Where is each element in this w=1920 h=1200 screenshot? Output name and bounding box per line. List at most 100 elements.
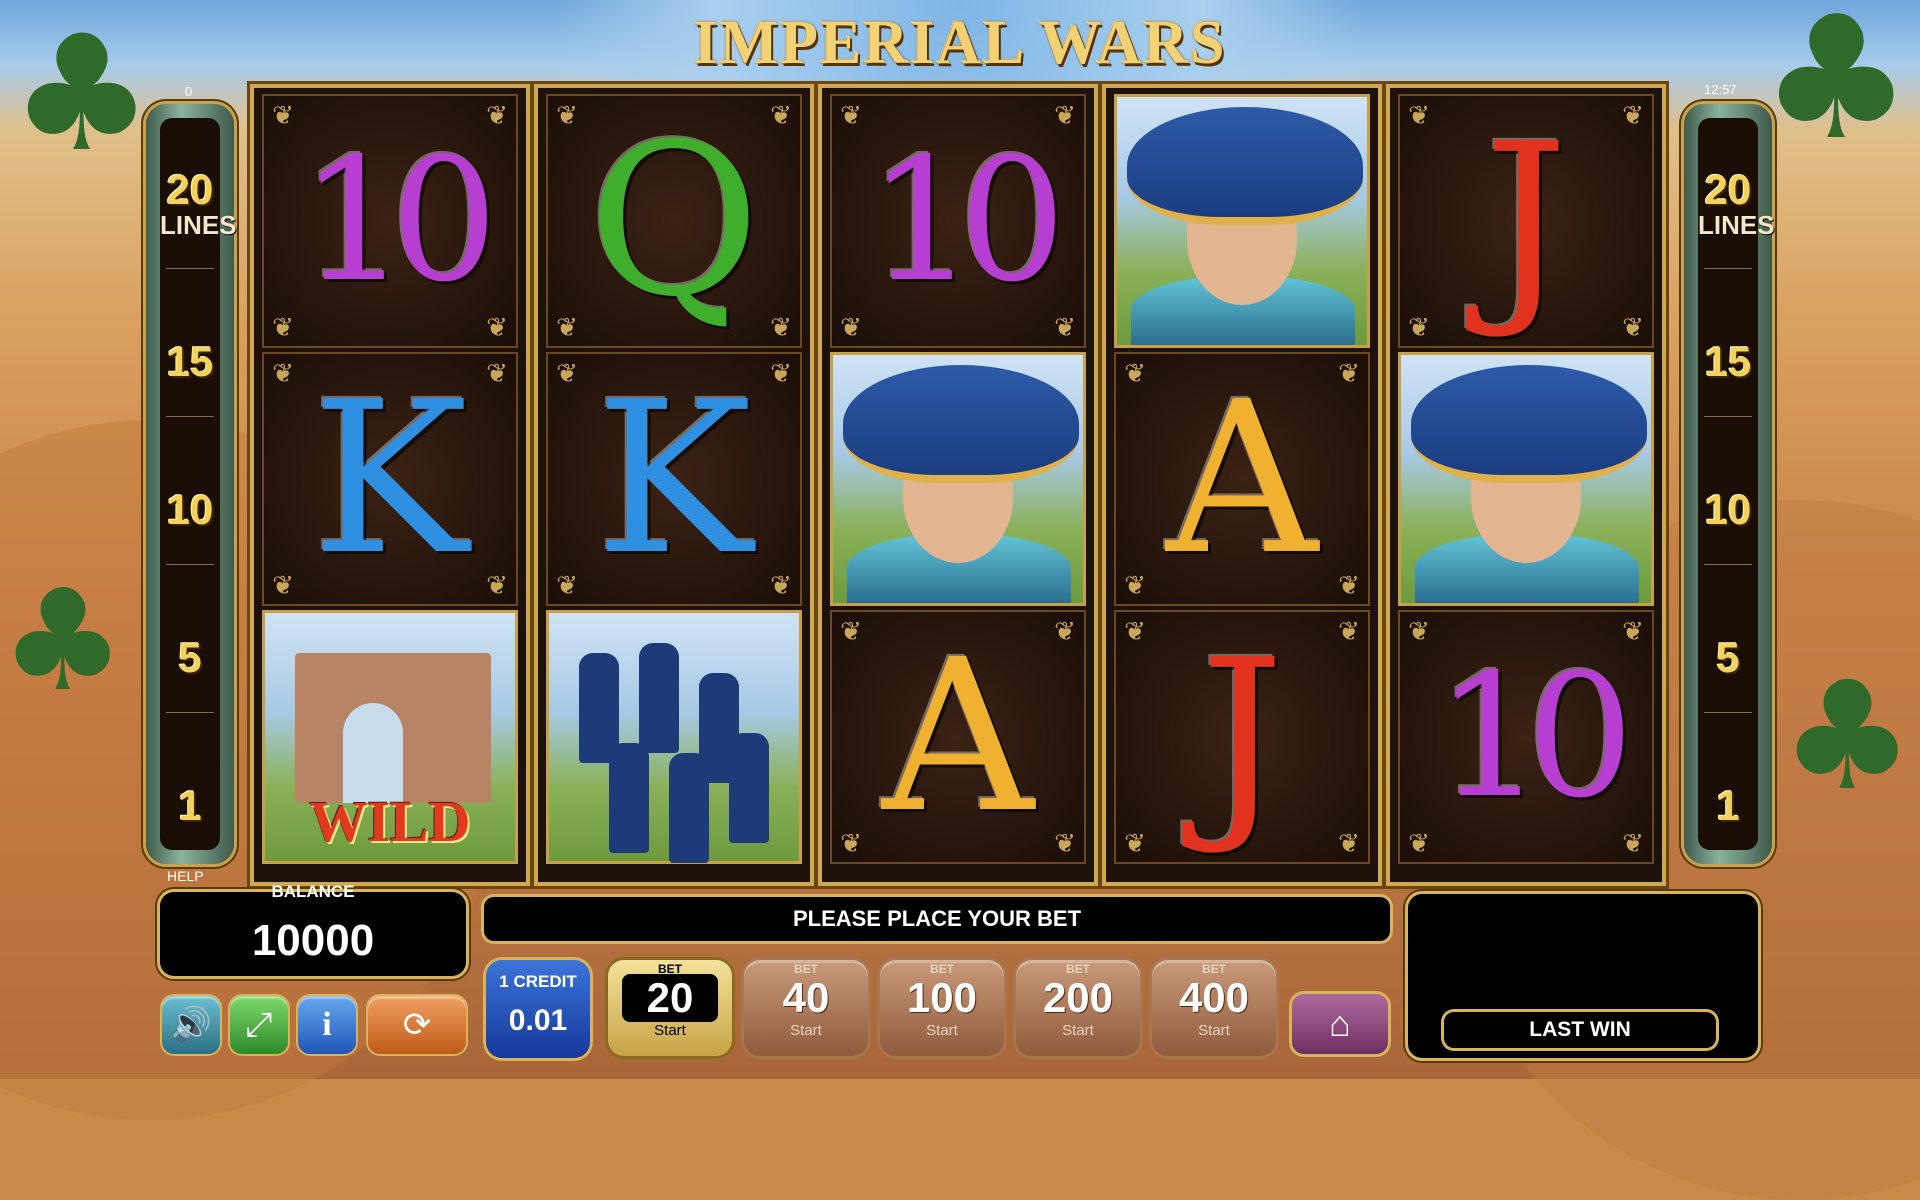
bet-button-400[interactable]: BET 400 Start xyxy=(1152,960,1276,1056)
reel: ❦ ❦ ❦ ❦ Q ❦ ❦ ❦ ❦ K xyxy=(538,88,810,882)
divider xyxy=(166,416,214,417)
symbol-k: K xyxy=(311,356,469,601)
bet-value-wrap: 20 xyxy=(622,974,718,1022)
bicorne-hat-icon xyxy=(1127,107,1363,225)
wild-label: WILD xyxy=(309,789,471,854)
fullscreen-icon[interactable]: ⤢ xyxy=(230,996,288,1054)
palm-tree: ♣ xyxy=(1760,0,1913,178)
speaker-icon[interactable]: 🔊 xyxy=(162,996,220,1054)
balance-label: BALANCE xyxy=(271,882,355,901)
lines-count: 20 xyxy=(166,166,214,213)
soldier-icon xyxy=(609,743,649,853)
bet-value-wrap: 200 xyxy=(1016,974,1140,1022)
bet-start-label: Start xyxy=(654,1022,686,1039)
bet-value-wrap: 40 xyxy=(744,974,868,1022)
bet-start-label: Start xyxy=(926,1022,958,1039)
clock: 12:57 xyxy=(1704,82,1737,97)
soldier-icon xyxy=(639,643,679,753)
bet-button-40[interactable]: BET 40 Start xyxy=(744,960,868,1056)
napoleon-symbol xyxy=(1114,94,1370,348)
napoleon-symbol xyxy=(1398,352,1654,606)
bet-button-100[interactable]: BET 100 Start xyxy=(880,960,1004,1056)
bicorne-hat-icon xyxy=(1411,365,1647,483)
palm-tree: ♣ xyxy=(1780,650,1915,824)
divider xyxy=(166,268,214,269)
line-marker: 15 xyxy=(166,338,214,385)
bet-value: 20 xyxy=(646,974,694,1021)
symbol-10: 10 xyxy=(1435,638,1634,836)
game-title: IMPERIAL WARS xyxy=(693,9,1227,77)
symbol-a: A xyxy=(1166,356,1318,601)
line-marker: 10 xyxy=(1704,486,1752,533)
divider xyxy=(1704,416,1752,417)
reel: ❦ ❦ ❦ ❦ A ❦ ❦ ❦ ❦ J xyxy=(1106,88,1378,882)
bet-button-20[interactable]: BET 20 Start xyxy=(608,960,732,1056)
divider xyxy=(166,564,214,565)
divider xyxy=(1704,268,1752,269)
symbol-q: Q xyxy=(587,98,761,343)
right-lines-panel: 20 LINES 15 10 5 1 xyxy=(1684,104,1775,864)
reel-symbol: ❦ ❦ ❦ ❦ 10 xyxy=(262,94,518,348)
balance-value: 10000 xyxy=(251,916,375,965)
credit-selector[interactable]: 1 CREDIT 0.01 xyxy=(486,960,590,1058)
bet-value: 40 xyxy=(782,974,830,1021)
divider xyxy=(1704,564,1752,565)
palm-tree: ♣ xyxy=(0,560,126,723)
symbol-10: 10 xyxy=(299,122,498,320)
soldiers-symbol xyxy=(546,610,802,864)
soldier-icon xyxy=(669,753,709,863)
symbol-k: K xyxy=(595,356,753,601)
bet-start-label: Start xyxy=(1062,1022,1094,1039)
bet-value: 400 xyxy=(1178,974,1250,1021)
reel-symbol: ❦ ❦ ❦ ❦ 10 xyxy=(830,94,1086,348)
left-lines-panel: 20 LINES 15 10 5 1 xyxy=(146,104,237,864)
reel-symbol: ❦ ❦ ❦ ❦ A xyxy=(830,610,1086,864)
reel-symbol: ❦ ❦ ❦ ❦ Q xyxy=(546,94,802,348)
symbol-j: J xyxy=(1483,98,1569,343)
symbol-a: A xyxy=(882,614,1034,859)
reel-grid: ❦ ❦ ❦ ❦ 10 ❦ ❦ ❦ ❦ K WILD ❦ ❦ ❦ ❦ Q ❦ ❦ ❦ ❦ K ❦ ❦ ❦ ❦ 10 ❦ ❦ ❦ ❦ A ❦ ❦ ❦ ❦… xyxy=(254,88,1666,882)
bet-start-label: Start xyxy=(1198,1022,1230,1039)
bet-value: 200 xyxy=(1042,974,1114,1021)
home-icon[interactable]: ⌂ xyxy=(1292,994,1388,1054)
lines-label: LINES xyxy=(160,210,237,240)
lines-panel-inner: 20 LINES 15 10 5 1 xyxy=(160,118,237,850)
symbol-j: J xyxy=(1199,614,1285,859)
reel-symbol: ❦ ❦ ❦ ❦ K xyxy=(546,352,802,606)
bet-button-200[interactable]: BET 200 Start xyxy=(1016,960,1140,1056)
last-win-display: LAST WIN xyxy=(1408,894,1758,1058)
reel: ❦ ❦ ❦ ❦ J ❦ ❦ ❦ ❦ 10 xyxy=(1390,88,1662,882)
lines-label: LINES xyxy=(1698,210,1775,240)
palm-tree: ♣ xyxy=(10,0,154,187)
info-icon[interactable]: i xyxy=(298,996,356,1054)
line-marker: 10 xyxy=(166,486,214,533)
line-marker: 15 xyxy=(1704,338,1752,385)
reel-symbol: ❦ ❦ ❦ ❦ A xyxy=(1114,352,1370,606)
reel: ❦ ❦ ❦ ❦ 10 ❦ ❦ ❦ ❦ K WILD xyxy=(254,88,526,882)
bet-value: 100 xyxy=(906,974,978,1021)
bet-value-wrap: 100 xyxy=(880,974,1004,1022)
status-message: PLEASE PLACE YOUR BET xyxy=(484,897,1390,941)
top-left-counter: 0 xyxy=(185,84,193,99)
bicorne-hat-icon xyxy=(843,365,1079,483)
line-marker: 1 xyxy=(1716,782,1740,829)
symbol-10: 10 xyxy=(867,122,1066,320)
line-marker: 5 xyxy=(1716,634,1740,681)
balance-display: BALANCE 10000 xyxy=(160,882,466,976)
last-win-label: LAST WIN xyxy=(1444,1012,1716,1048)
reel: ❦ ❦ ❦ ❦ 10 ❦ ❦ ❦ ❦ A xyxy=(822,88,1094,882)
bet-start-label: Start xyxy=(790,1022,822,1039)
bet-value-wrap: 400 xyxy=(1152,974,1276,1022)
autoplay-icon[interactable]: ⟳ xyxy=(368,996,466,1054)
divider xyxy=(1704,712,1752,713)
wild-symbol: WILD xyxy=(262,610,518,864)
soldier-icon xyxy=(729,733,769,843)
reel-symbol: ❦ ❦ ❦ ❦ J xyxy=(1114,610,1370,864)
reel-symbol: ❦ ❦ ❦ ❦ K xyxy=(262,352,518,606)
credit-value: 0.01 xyxy=(508,1004,568,1037)
line-marker: 5 xyxy=(178,634,202,681)
reel-symbol: ❦ ❦ ❦ ❦ J xyxy=(1398,94,1654,348)
reel-symbol: ❦ ❦ ❦ ❦ 10 xyxy=(1398,610,1654,864)
line-marker: 1 xyxy=(178,782,202,829)
credit-label: 1 CREDIT xyxy=(499,972,577,991)
